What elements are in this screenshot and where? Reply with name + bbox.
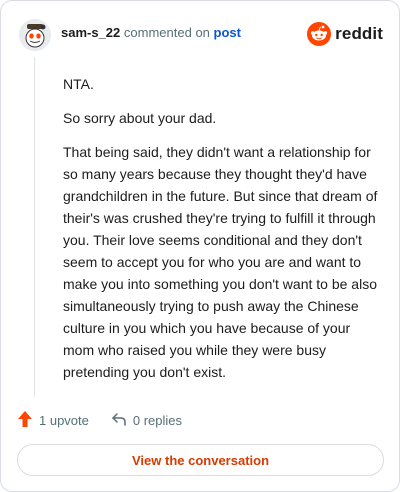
comment-actions: 1 upvote 0 replies — [17, 410, 182, 430]
replies-count: 0 replies — [132, 412, 183, 428]
reddit-wordmark: reddit — [335, 24, 383, 43]
upvote-count: 1 upvote — [39, 412, 89, 428]
view-conversation-button[interactable]: View the conversation — [17, 444, 384, 476]
comment-header: sam-s_22 commented on post reddit — [17, 15, 383, 55]
upvote-button[interactable]: 1 upvote — [17, 410, 89, 431]
comment-embed-card: sam-s_22 commented on post reddit NTA. S… — [0, 0, 400, 492]
reddit-brand[interactable]: reddit — [307, 21, 383, 47]
replies-button[interactable]: 0 replies — [111, 411, 182, 430]
user-avatar[interactable] — [19, 19, 51, 51]
username-link[interactable]: sam-s_22 — [61, 25, 120, 40]
comment-meta: sam-s_22 commented on post — [61, 25, 241, 41]
reddit-logo-icon — [307, 22, 332, 46]
reply-arrow-icon — [111, 411, 127, 430]
comment-paragraph: NTA. — [63, 76, 94, 92]
thread-line — [34, 57, 35, 397]
commented-on-text: commented on — [123, 25, 210, 40]
comment-paragraph: That being said, they didn't want a rela… — [63, 144, 378, 380]
comment-paragraph: So sorry about your dad. — [63, 110, 217, 126]
comment-body: NTA. So sorry about your dad. That being… — [63, 73, 383, 395]
post-link[interactable]: post — [214, 25, 241, 40]
upvote-arrow-icon — [17, 410, 33, 431]
